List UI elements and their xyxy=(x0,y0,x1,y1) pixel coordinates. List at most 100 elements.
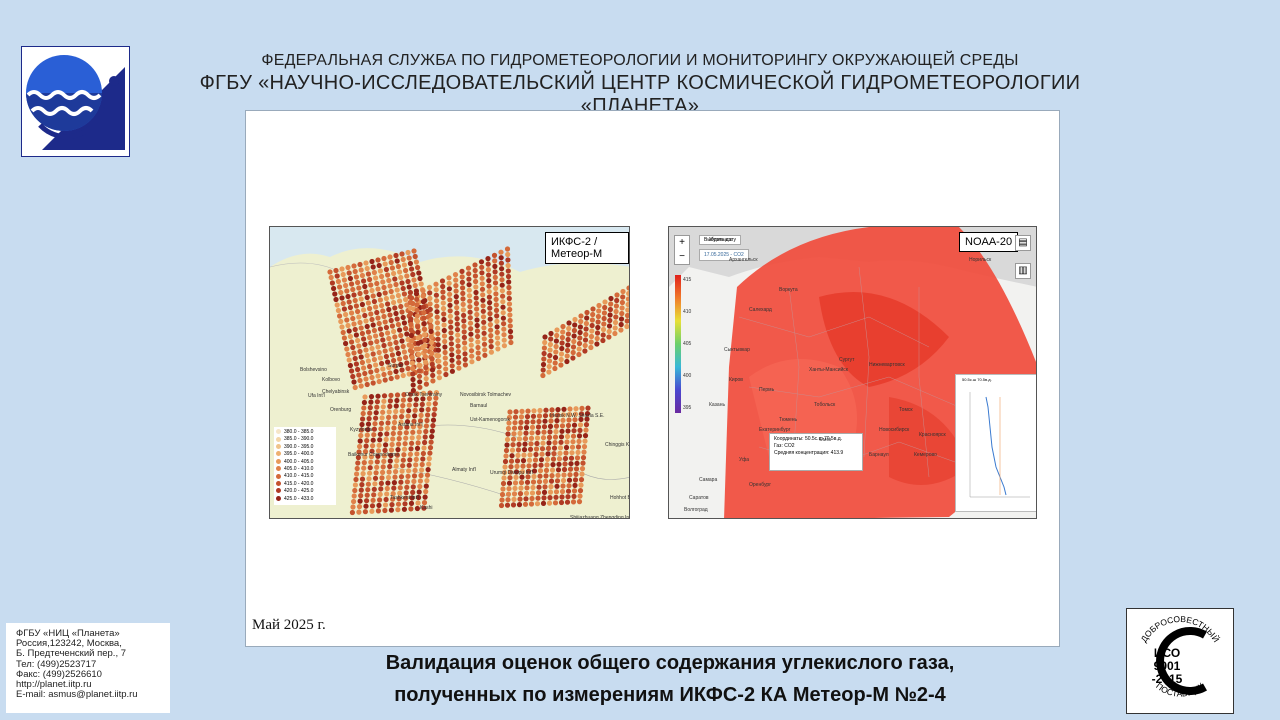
swath-dot xyxy=(583,320,589,327)
swath-dot xyxy=(565,336,571,343)
swath-dot xyxy=(347,275,353,282)
zoom-control[interactable]: + − xyxy=(674,235,690,265)
swath-dot xyxy=(376,378,382,385)
swath-dot xyxy=(416,434,422,440)
swath-dot xyxy=(460,290,466,296)
noaa-map: + − Выбрать дату 17.05.2025 - CO2 415 410… xyxy=(668,226,1037,519)
swath-dot xyxy=(409,354,415,361)
swath-dot xyxy=(415,324,421,330)
swath-dot xyxy=(494,324,500,330)
swath-dot xyxy=(613,303,619,309)
swath-dot xyxy=(449,357,455,363)
swath-dot xyxy=(363,347,369,353)
swath-dot xyxy=(417,478,423,484)
swath-dot xyxy=(570,355,576,361)
swath-dot xyxy=(417,275,423,282)
swath-dot xyxy=(403,430,409,436)
swath-dot xyxy=(539,446,546,452)
swath-dot xyxy=(571,488,578,494)
swath-dot xyxy=(600,332,606,338)
swath-dot xyxy=(576,433,583,439)
swath-dot xyxy=(571,333,577,339)
swath-dot xyxy=(432,406,438,412)
export-button[interactable]: ▥ xyxy=(1015,263,1031,279)
swath-dot xyxy=(410,371,416,377)
swath-dot xyxy=(364,294,370,301)
place-label: Chelyabinsk xyxy=(322,389,350,395)
swath-dot xyxy=(421,326,427,332)
swath-dot xyxy=(590,306,596,312)
swath-dot xyxy=(394,287,400,293)
swath-dot xyxy=(399,414,405,420)
swath-dot xyxy=(453,299,460,305)
swath-dot xyxy=(440,305,447,312)
swath-dot xyxy=(540,361,547,368)
swath-dot xyxy=(582,433,589,439)
swath-dot xyxy=(428,334,434,340)
swath-dot xyxy=(459,268,465,274)
place-label: Екатеринбург xyxy=(759,427,791,433)
swath-dot xyxy=(582,348,588,354)
swath-dot xyxy=(357,261,363,268)
swath-dot xyxy=(467,320,474,326)
swath-dot xyxy=(385,480,391,486)
zoom-out-button[interactable]: − xyxy=(675,250,689,264)
iso-certification-badge: ДОБРОСОВЕСТНЫЙ ПОСТАВЩИК ИСО 9001 -2015 xyxy=(1126,608,1234,714)
legend-item: 395.0 - 400.0 xyxy=(276,451,334,458)
swath-dot xyxy=(352,355,358,362)
swath-dot xyxy=(505,273,512,280)
swath-dot xyxy=(494,335,501,341)
swath-dot xyxy=(466,287,472,293)
swath-dot xyxy=(537,407,543,414)
swath-dot xyxy=(394,397,400,404)
place-label: Astana Int'l xyxy=(398,422,423,428)
place-label: Сыктывкар xyxy=(724,347,750,353)
swath-dot xyxy=(479,270,485,276)
swath-dot xyxy=(408,316,414,322)
swath-dot xyxy=(407,457,413,463)
swath-dot xyxy=(389,323,395,329)
swath-dot xyxy=(345,351,351,358)
contact-email[interactable]: E-mail: asmus@planet.iitp.ru xyxy=(16,690,170,700)
swath-dot xyxy=(474,306,480,312)
swath-dot xyxy=(337,313,343,319)
swath-dot xyxy=(414,302,420,308)
swath-dot xyxy=(501,343,507,349)
noaa-map-title: NOAA-20 xyxy=(959,232,1019,252)
swath-dot xyxy=(504,436,511,443)
swath-dot xyxy=(402,441,408,447)
swath-dot xyxy=(562,455,569,462)
swath-dot xyxy=(513,409,519,415)
swath-dot xyxy=(385,301,391,307)
swath-dot xyxy=(516,502,523,508)
swath-dot xyxy=(564,358,570,365)
swath-dot xyxy=(409,266,415,272)
swath-dot xyxy=(395,292,401,299)
swath-dot xyxy=(369,508,375,514)
swath-dot xyxy=(441,333,448,339)
swath-dot xyxy=(523,496,529,502)
swath-dot xyxy=(577,488,584,494)
layers-button[interactable]: ▤ xyxy=(1015,235,1031,251)
swath-dot xyxy=(376,291,382,298)
swath-dot xyxy=(367,276,373,283)
swath-dot xyxy=(427,301,433,307)
zoom-in-button[interactable]: + xyxy=(675,236,689,250)
swath-dot xyxy=(487,316,493,322)
swath-dot xyxy=(466,293,473,299)
swath-dot xyxy=(505,431,511,437)
swath-dot xyxy=(407,305,413,311)
swath-dot xyxy=(571,422,578,428)
place-label: Novosibirsk Tolmachev xyxy=(460,392,512,398)
swath-dot xyxy=(399,468,405,474)
swath-dot xyxy=(462,345,468,351)
swath-dot xyxy=(460,285,466,291)
place-label: Hohhot Baita Int'l xyxy=(610,495,629,501)
swath-dot xyxy=(374,309,380,316)
swath-dot xyxy=(406,468,412,474)
swath-dot xyxy=(358,354,364,360)
swath-dot xyxy=(351,379,357,385)
swath-dot xyxy=(410,365,416,372)
swath-dot xyxy=(351,263,357,269)
swath-dot xyxy=(498,502,505,509)
